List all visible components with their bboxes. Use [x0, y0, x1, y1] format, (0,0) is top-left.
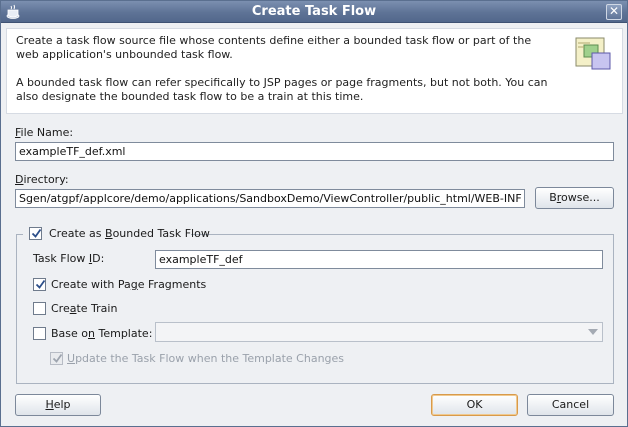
create-task-flow-dialog: Create Task Flow ✕ Create a task flow so…: [0, 0, 628, 427]
browse-button[interactable]: Browse...: [535, 187, 614, 209]
checkmark-icon: [52, 353, 63, 363]
description-line-1: Create a task flow source file whose con…: [16, 34, 532, 61]
bounded-task-flow-legend: Create as Bounded Task Flow: [23, 226, 210, 242]
file-name-label: File Name:: [15, 126, 74, 139]
task-flow-wizard-icon: [574, 35, 612, 73]
create-train-checkbox[interactable]: [33, 302, 46, 315]
chevron-down-icon: [588, 329, 598, 335]
description-text: Create a task flow source file whose con…: [16, 34, 556, 118]
task-flow-id-input[interactable]: exampleTF_def: [155, 250, 603, 269]
description-panel: Create a task flow source file whose con…: [6, 28, 623, 114]
description-line-2: A bounded task flow can refer specifical…: [16, 76, 548, 103]
close-button[interactable]: ✕: [606, 4, 622, 20]
task-flow-id-label: Task Flow ID:: [33, 252, 105, 265]
bounded-task-flow-checkbox[interactable]: [29, 227, 42, 240]
window-title: Create Task Flow: [251, 4, 377, 19]
help-button[interactable]: Help: [15, 394, 101, 416]
create-train-label: Create Train: [51, 302, 118, 315]
file-name-input[interactable]: exampleTF_def.xml: [15, 142, 614, 161]
template-select[interactable]: [155, 322, 603, 342]
checkmark-icon: [35, 279, 46, 289]
page-fragments-label: Create with Page Fragments: [51, 278, 207, 291]
close-icon: ✕: [608, 4, 620, 18]
ok-button[interactable]: OK: [431, 394, 518, 416]
title-bar[interactable]: Create Task Flow ✕: [1, 1, 627, 23]
bounded-task-flow-label: Create as Bounded Task Flow: [49, 227, 210, 240]
cancel-button[interactable]: Cancel: [527, 394, 614, 416]
update-template-checkbox[interactable]: [50, 352, 63, 365]
directory-input[interactable]: Sgen/atgpf/applcore/demo/applications/Sa…: [15, 189, 525, 208]
directory-label: Directory:: [15, 173, 69, 186]
base-template-label: Base on Template:: [51, 327, 153, 340]
base-template-checkbox[interactable]: [33, 327, 46, 340]
update-template-label: Update the Task Flow when the Template C…: [67, 352, 345, 365]
checkmark-icon: [31, 228, 42, 238]
page-fragments-checkbox[interactable]: [33, 278, 46, 291]
